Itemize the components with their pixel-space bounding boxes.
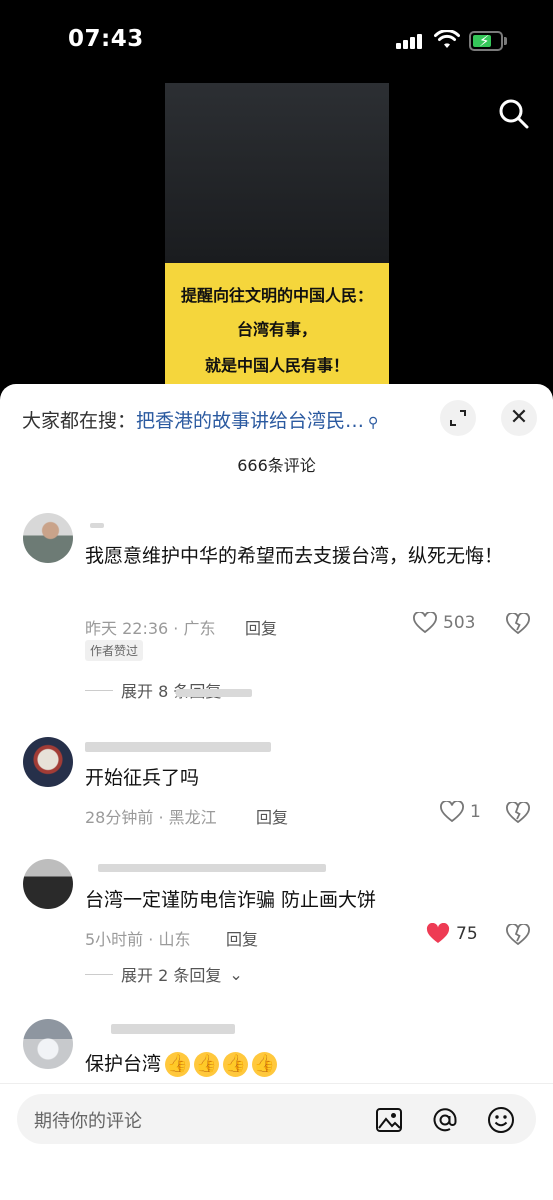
emoji-row: 👍 👍 👍 👍 xyxy=(165,1052,278,1077)
comment-meta: 昨天 22:36 · 广东 xyxy=(85,619,216,638)
comment-count: 666条评论 xyxy=(237,456,316,475)
thumbs-up-icon: 👍 xyxy=(194,1052,220,1077)
chevron-down-icon: ⌄ xyxy=(229,964,243,984)
video-caption: 提醒向往文明的中国人民： 台湾有事， 就是中国人民有事！ xyxy=(165,263,389,393)
expand-sheet-button[interactable] xyxy=(440,400,476,436)
close-button[interactable]: ✕ xyxy=(501,400,537,436)
status-time: 07:43 xyxy=(68,26,144,52)
avatar[interactable] xyxy=(23,513,73,563)
heart-icon xyxy=(440,801,464,823)
at-icon[interactable] xyxy=(431,1106,459,1134)
thumbs-up-icon: 👍 xyxy=(252,1052,278,1077)
author-liked-badge: 作者赞过 xyxy=(85,640,144,661)
reply-button[interactable]: 回复 xyxy=(256,804,288,828)
comment-sheet: 大家都在搜：把香港的故事讲给台湾民… ⚲ ✕ 666条评论 我愿意维护中华的希望而… xyxy=(0,384,553,1200)
like-button[interactable]: 75 xyxy=(426,923,478,945)
wifi-icon xyxy=(434,30,460,48)
battery-icon: ⚡ xyxy=(469,31,503,51)
username-blurred[interactable] xyxy=(90,523,104,528)
comment-text: 开始征兵了吗 xyxy=(85,767,200,789)
close-icon: ✕ xyxy=(509,405,529,430)
comment-text: 台湾一定谨防电信诈骗 防止画大饼 xyxy=(85,889,377,911)
image-icon[interactable] xyxy=(375,1106,403,1134)
caption-line-2: 台湾有事， xyxy=(236,320,317,339)
heart-filled-icon xyxy=(426,923,450,943)
search-suggestion[interactable]: 大家都在搜：把香港的故事讲给台湾民… ⚲ xyxy=(22,406,378,433)
caption-line-1: 提醒向往文明的中国人民： xyxy=(180,286,373,305)
caption-line-3: 就是中国人民有事！ xyxy=(204,356,349,375)
signal-icon xyxy=(396,33,426,49)
expand-icon xyxy=(450,410,466,426)
username-blurred[interactable] xyxy=(111,1024,235,1034)
search-icon[interactable] xyxy=(498,98,530,130)
comment-input-bar: 期待你的评论 xyxy=(0,1083,553,1200)
video-frame[interactable]: 提醒向往文明的中国人民： 台湾有事， 就是中国人民有事！ xyxy=(165,83,389,393)
like-count: 503 xyxy=(443,613,476,633)
thumbs-up-icon: 👍 xyxy=(165,1052,191,1077)
comment-text: 保护台湾 👍 👍 👍 👍 xyxy=(85,1048,525,1080)
search-small-icon: ⚲ xyxy=(368,415,379,431)
comment-input-placeholder: 期待你的评论 xyxy=(34,1111,142,1132)
emoji-icon[interactable] xyxy=(487,1106,515,1134)
comment-text-body: 保护台湾 xyxy=(85,1053,162,1075)
heart-icon xyxy=(413,612,437,634)
like-button[interactable]: 1 xyxy=(440,801,481,823)
expand-replies-label: 展开 2 条回复 xyxy=(121,966,222,985)
like-button[interactable]: 503 xyxy=(413,612,475,634)
comment-meta: 28分钟前 · 黑龙江 xyxy=(85,808,217,827)
expand-replies-button[interactable]: 展开 2 条回复 ⌄ xyxy=(85,962,243,986)
avatar[interactable] xyxy=(23,737,73,787)
avatar[interactable] xyxy=(23,1019,73,1069)
comment-input[interactable]: 期待你的评论 xyxy=(17,1094,536,1144)
username-blurred[interactable] xyxy=(85,742,271,752)
dislike-icon[interactable] xyxy=(506,802,530,824)
comment-meta: 5小时前 · 山东 xyxy=(85,930,191,949)
blurred-overlay xyxy=(176,689,252,697)
search-suggestion-query[interactable]: 把香港的故事讲给台湾民… xyxy=(136,410,364,432)
comment-text: 我愿意维护中华的希望而去支援台湾，纵死无悔！ xyxy=(85,545,504,567)
avatar[interactable] xyxy=(23,859,73,909)
like-count: 75 xyxy=(456,924,478,944)
search-suggestion-prefix: 大家都在搜： xyxy=(22,410,137,432)
like-count: 1 xyxy=(470,802,481,822)
reply-button[interactable]: 回复 xyxy=(245,615,277,639)
thumbs-up-icon: 👍 xyxy=(223,1052,249,1077)
reply-button[interactable]: 回复 xyxy=(226,926,258,950)
dislike-icon[interactable] xyxy=(506,613,530,635)
dislike-icon[interactable] xyxy=(506,924,530,946)
status-bar: 07:43 ⚡ xyxy=(0,0,553,80)
username-blurred[interactable] xyxy=(98,864,326,872)
